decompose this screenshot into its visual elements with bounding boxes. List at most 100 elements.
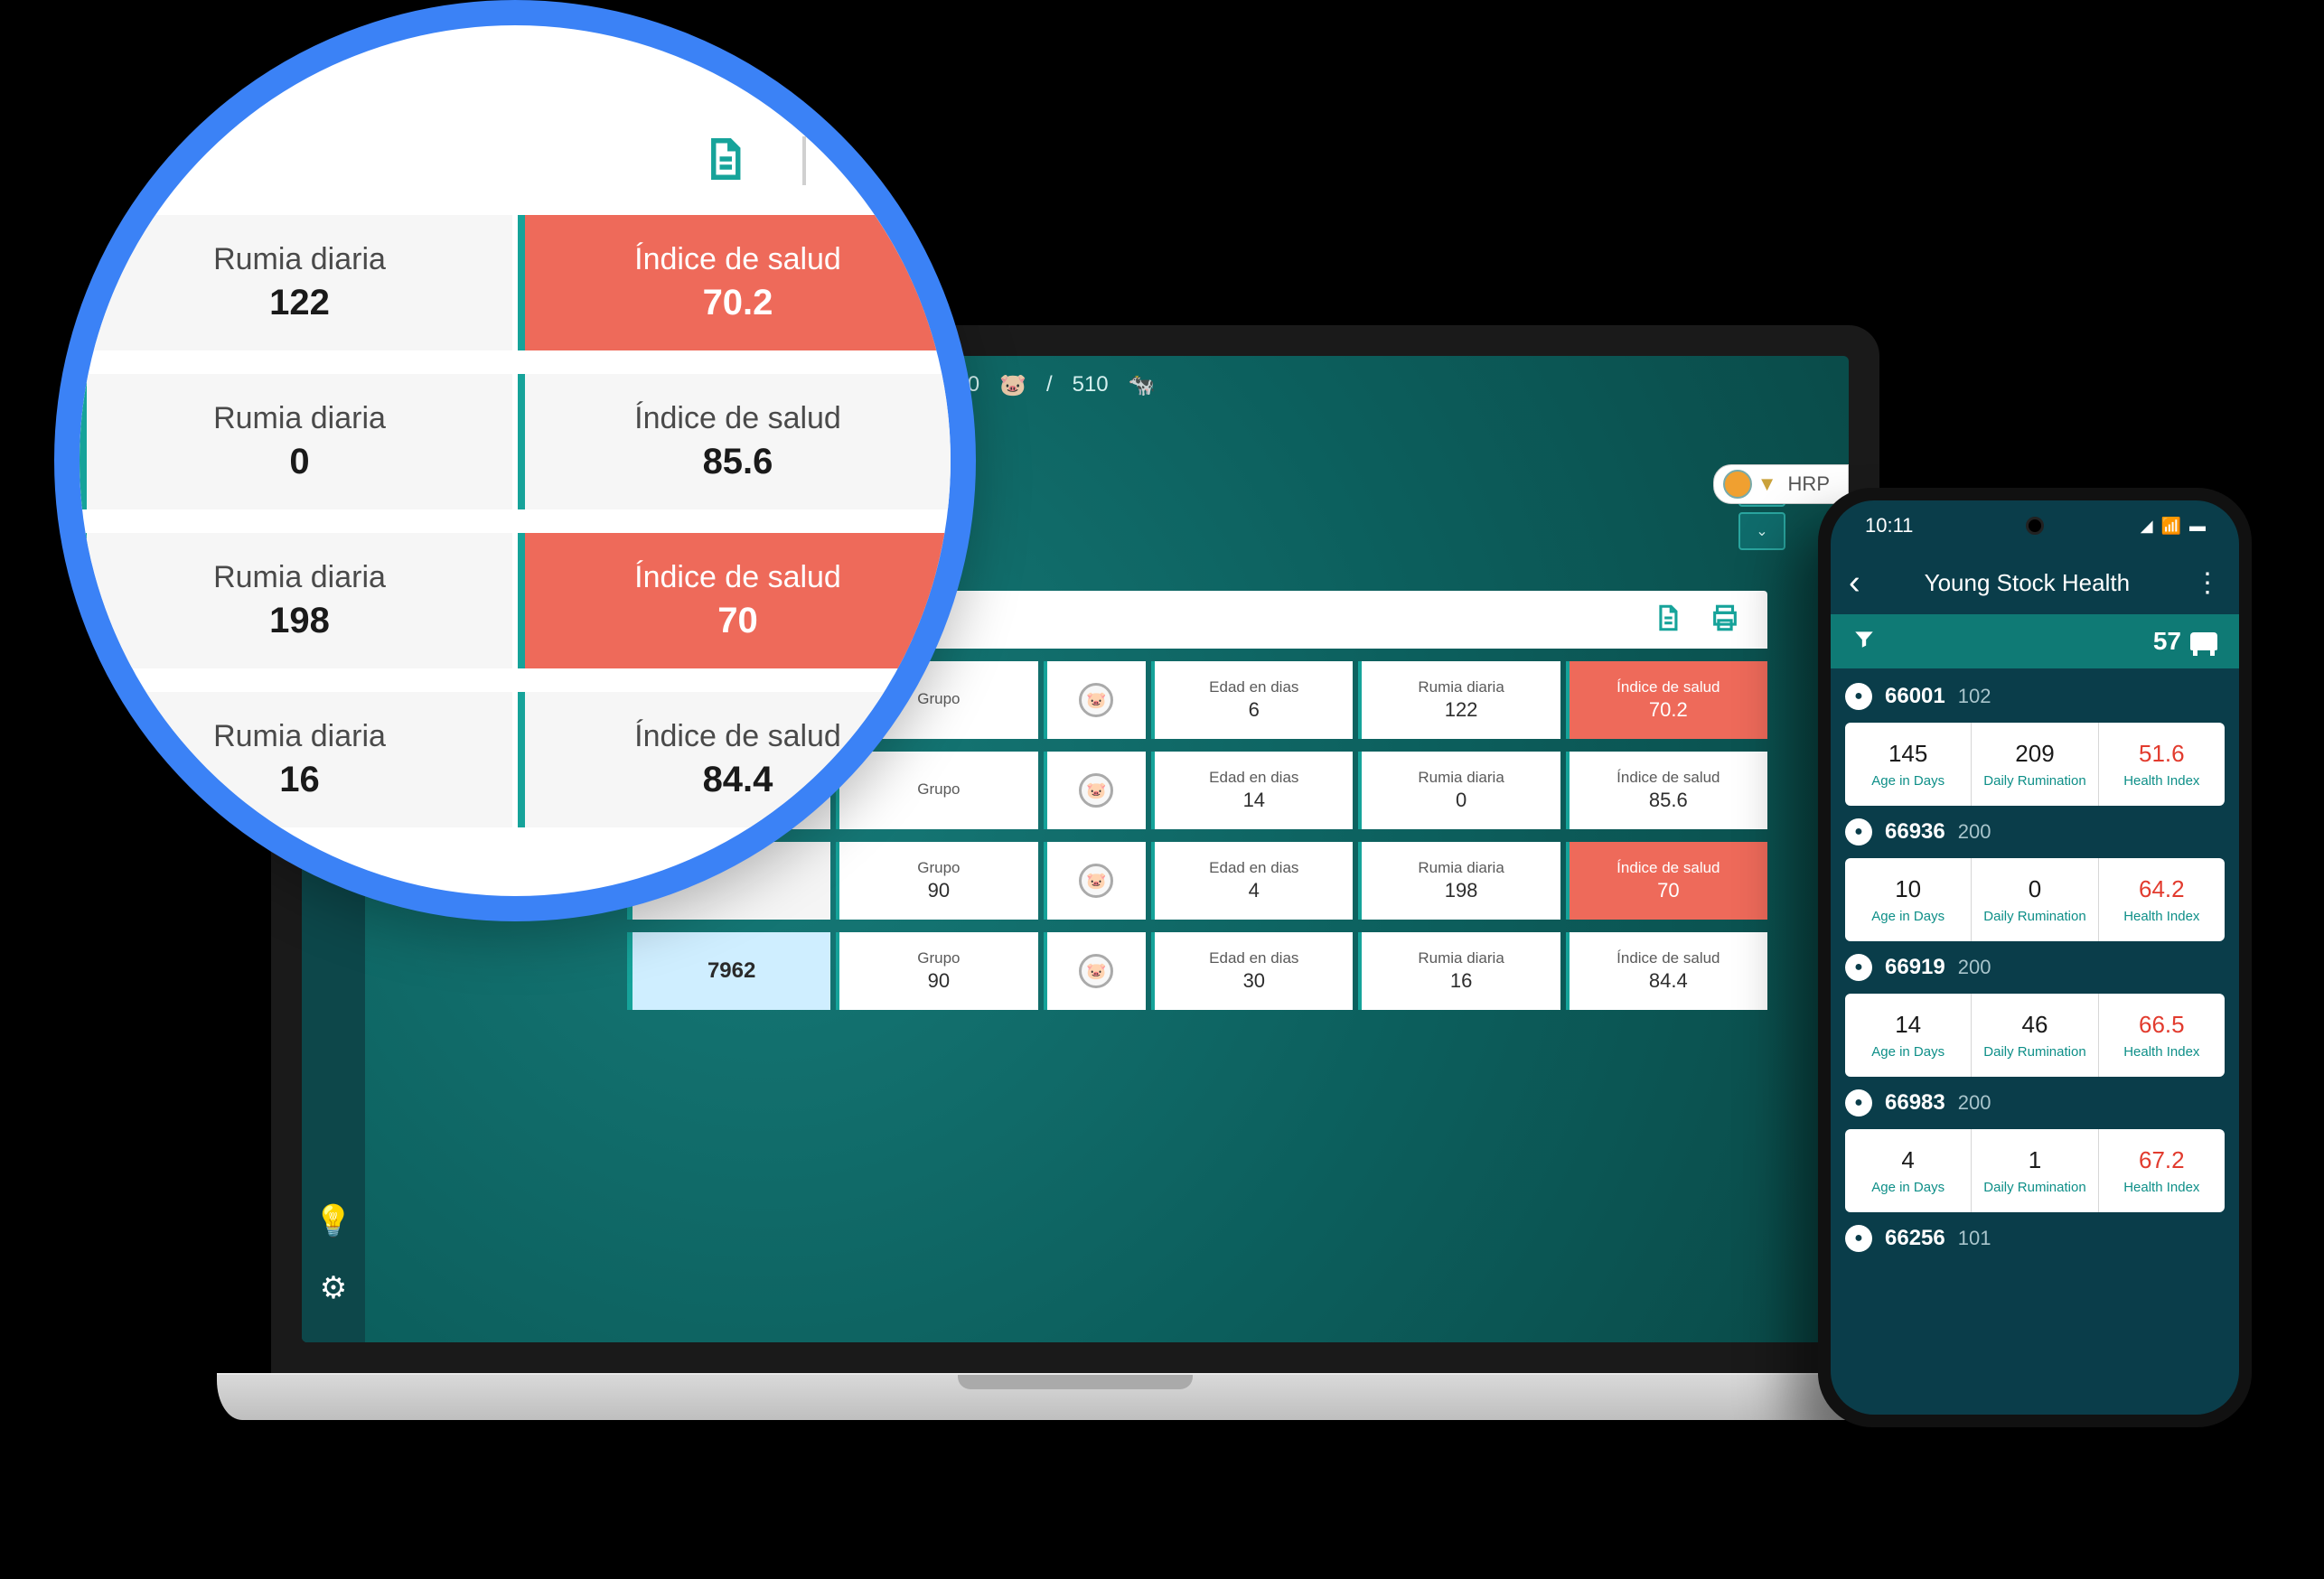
animal-tag-cell: 7962: [627, 932, 830, 1010]
settings-icon[interactable]: ⚙: [320, 1270, 347, 1306]
hrp-badge[interactable]: ▼ HRP: [1713, 464, 1849, 504]
pig-icon-cell: 🐷: [1044, 932, 1147, 1010]
rumination-cell: Rumia diaria0: [1358, 752, 1560, 829]
rumination-cell: Rumia diaria198: [80, 533, 512, 668]
magnified-detail-view: Rumia diaria122Índice de salud70.2Rumia …: [54, 0, 976, 921]
age-metric: 10Age in Days: [1845, 858, 1971, 941]
rumination-metric: 1Daily Rumination: [1971, 1129, 2097, 1212]
list-item-header[interactable]: ● 66001 102: [1845, 683, 2225, 710]
animal-group: 200: [1958, 956, 1991, 979]
health-metric: 64.2Health Index: [2098, 858, 2225, 941]
metrics-card[interactable]: 145Age in Days209Daily Rumination51.6Hea…: [1845, 723, 2225, 806]
phone-camera: [2026, 517, 2044, 535]
animal-id: 66256: [1885, 1226, 1945, 1251]
pig-icon: 🐷: [1079, 864, 1113, 898]
more-menu-icon[interactable]: ⋮: [2194, 567, 2221, 599]
battery-icon: ▬: [2189, 517, 2205, 536]
rumination-cell: Rumia diaria0: [80, 374, 512, 509]
count-b: 510: [1073, 372, 1109, 397]
rumination-cell: Rumia diaria16: [80, 692, 512, 827]
pig-icon: 🐷: [1079, 683, 1113, 717]
health-index-cell: Índice de salud85.6: [518, 374, 951, 509]
animal-id: 66983: [1885, 1090, 1945, 1116]
phone-mockup: 10:11 ◢ 📶 ▬ ‹ Young Stock Health ⋮ 57 ● 6…: [1818, 488, 2252, 1427]
metrics-card[interactable]: 4Age in Days1Daily Rumination67.2Health …: [1845, 1129, 2225, 1212]
table-row[interactable]: 7962Grupo90 🐷 Edad en dias30Rumia diaria16…: [627, 932, 1767, 1010]
health-index-cell: Índice de salud70: [1566, 842, 1767, 920]
health-metric: 51.6Health Index: [2098, 723, 2225, 806]
animal-group: 102: [1958, 685, 1991, 708]
pig-icon-cell: 🐷: [1044, 661, 1147, 739]
age-metric: 14Age in Days: [1845, 994, 1971, 1077]
export-document-icon[interactable]: [1652, 603, 1682, 638]
mobile-titlebar: ‹ Young Stock Health ⋮: [1831, 551, 2239, 614]
animal-list[interactable]: ● 66001 102 145Age in Days209Daily Ruminati…: [1831, 668, 2239, 1259]
lightbulb-icon[interactable]: 💡: [314, 1203, 352, 1239]
metrics-card[interactable]: 14Age in Days46Daily Rumination66.5Healt…: [1845, 994, 2225, 1077]
export-document-icon[interactable]: [699, 135, 748, 188]
age-cell: Edad en dias30: [1151, 932, 1353, 1010]
health-index-cell: Índice de salud84.4: [1566, 932, 1767, 1010]
cow-icon: [2190, 632, 2217, 650]
wifi-icon: ◢: [2141, 517, 2152, 536]
zoom-row: Rumia diaria16Índice de salud84.4: [80, 692, 951, 827]
tag-icon: ●: [1845, 1225, 1872, 1252]
health-metric: 67.2Health Index: [2098, 1129, 2225, 1212]
mobile-filterbar: 57: [1831, 614, 2239, 668]
list-item-header[interactable]: ● 66936 200: [1845, 818, 2225, 846]
health-index-cell: Índice de salud84.4: [518, 692, 951, 827]
health-metric: 66.5Health Index: [2098, 994, 2225, 1077]
age-cell: Edad en dias14: [1151, 752, 1353, 829]
tag-icon: ●: [1845, 954, 1872, 981]
list-item-header[interactable]: ● 66919 200: [1845, 954, 2225, 981]
metrics-card[interactable]: 10Age in Days0Daily Rumination64.2Health…: [1845, 858, 2225, 941]
rumination-cell: Rumia diaria16: [1358, 932, 1560, 1010]
age-cell: Edad en dias6: [1151, 661, 1353, 739]
animal-group: 200: [1958, 1091, 1991, 1115]
pig-icon: 🐷: [1079, 954, 1113, 988]
tag-icon: 🐷: [999, 372, 1026, 398]
mobile-app: 10:11 ◢ 📶 ▬ ‹ Young Stock Health ⋮ 57 ● 6…: [1831, 500, 2239, 1415]
age-metric: 4Age in Days: [1845, 1129, 1971, 1212]
pig-icon-cell: 🐷: [1044, 752, 1147, 829]
animal-id: 66001: [1885, 684, 1945, 709]
rumination-cell: Rumia diaria122: [1358, 661, 1560, 739]
signal-icon: 📶: [2161, 517, 2180, 536]
health-index-cell: Índice de salud70: [518, 533, 951, 668]
rumination-metric: 0Daily Rumination: [1971, 858, 2097, 941]
pig-icon: 🐷: [1079, 773, 1113, 808]
page-title: Young Stock Health: [1875, 569, 2179, 597]
list-item-header[interactable]: ● 66256 101: [1845, 1225, 2225, 1252]
animal-id: 66936: [1885, 819, 1945, 845]
rumination-metric: 46Daily Rumination: [1971, 994, 2097, 1077]
age-metric: 145Age in Days: [1845, 723, 1971, 806]
clock: 10:11: [1865, 514, 1913, 537]
group-cell: Grupo90: [836, 842, 1037, 920]
list-item-header[interactable]: ● 66983 200: [1845, 1089, 2225, 1117]
health-index-cell: Índice de salud70.2: [1566, 661, 1767, 739]
group-cell: Grupo90: [836, 932, 1037, 1010]
age-cell: Edad en dias4: [1151, 842, 1353, 920]
print-icon[interactable]: [1710, 603, 1740, 638]
rumination-cell: Rumia diaria198: [1358, 842, 1560, 920]
table-row[interactable]: Grupo90 🐷 Edad en dias4Rumia diaria198Índi…: [627, 842, 1767, 920]
tag-icon: ●: [1845, 818, 1872, 846]
tag-icon: ●: [1845, 1089, 1872, 1117]
back-button[interactable]: ‹: [1849, 564, 1860, 603]
animal-count: 57: [2153, 627, 2181, 656]
pig-icon-cell: 🐷: [1044, 842, 1147, 920]
collapse-button-2[interactable]: ⌄: [1738, 512, 1785, 550]
zoom-row: Rumia diaria122Índice de salud70.2: [80, 215, 951, 350]
animal-group: 101: [1958, 1227, 1991, 1250]
filter-icon[interactable]: [1852, 627, 1876, 657]
cow-icon: 🐄: [1129, 372, 1156, 398]
zoom-row: Rumia diaria198Índice de salud70: [80, 533, 951, 668]
rumination-cell: Rumia diaria122: [80, 215, 512, 350]
tag-icon: ●: [1845, 683, 1872, 710]
zoom-row: Rumia diaria0Índice de salud85.6: [80, 374, 951, 509]
health-index-cell: Índice de salud70.2: [518, 215, 951, 350]
health-index-cell: Índice de salud85.6: [1566, 752, 1767, 829]
animal-id: 66919: [1885, 955, 1945, 980]
animal-group: 200: [1958, 820, 1991, 844]
rumination-metric: 209Daily Rumination: [1971, 723, 2097, 806]
